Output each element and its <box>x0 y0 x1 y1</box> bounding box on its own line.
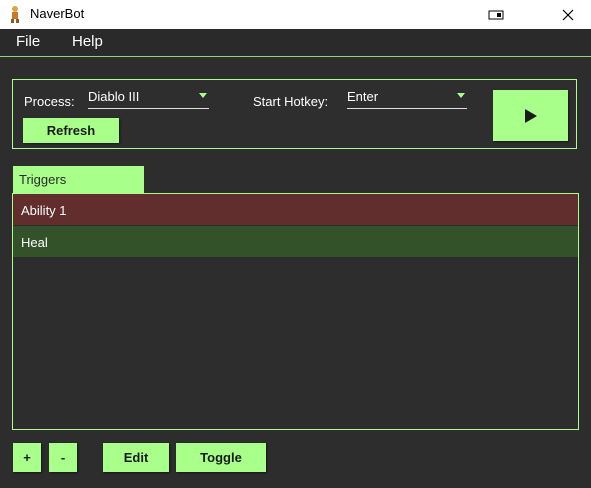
chevron-down-icon <box>457 93 465 98</box>
list-item-label: Ability 1 <box>21 203 67 218</box>
hotkey-label: Start Hotkey: <box>253 94 329 109</box>
hotkey-dropdown[interactable]: Enter <box>347 87 467 109</box>
app-icon <box>8 5 22 23</box>
restore-icon <box>488 10 504 19</box>
menu-file[interactable]: File <box>16 33 40 50</box>
menu-help[interactable]: Help <box>72 33 103 50</box>
play-icon <box>524 108 537 123</box>
add-trigger-button[interactable]: + <box>13 443 41 472</box>
control-panel: Process: Diablo III Start Hotkey: Enter … <box>12 79 577 149</box>
process-dropdown[interactable]: Diablo III <box>88 87 209 109</box>
refresh-button[interactable]: Refresh <box>23 118 119 143</box>
hotkey-value: Enter <box>347 89 379 104</box>
window-title: NaverBot <box>30 6 85 21</box>
triggers-list[interactable]: Ability 1 Heal <box>12 193 579 430</box>
list-item[interactable]: Ability 1 <box>13 194 578 225</box>
tab-triggers[interactable]: Triggers <box>13 166 144 193</box>
menu-bar: File Help <box>0 29 591 57</box>
chevron-down-icon <box>199 93 207 98</box>
list-item[interactable]: Heal <box>13 226 578 257</box>
process-label: Process: <box>24 94 75 109</box>
toggle-button[interactable]: Toggle <box>176 443 266 472</box>
tab-triggers-label: Triggers <box>19 172 67 187</box>
process-value: Diablo III <box>88 89 140 104</box>
title-bar: NaverBot <box>0 0 591 29</box>
close-button[interactable] <box>545 0 591 29</box>
close-icon <box>562 9 574 20</box>
remove-trigger-button[interactable]: - <box>49 443 77 472</box>
list-item-label: Heal <box>21 235 48 250</box>
edit-button[interactable]: Edit <box>103 443 169 472</box>
restore-button[interactable] <box>473 0 519 29</box>
start-button[interactable] <box>493 90 568 141</box>
